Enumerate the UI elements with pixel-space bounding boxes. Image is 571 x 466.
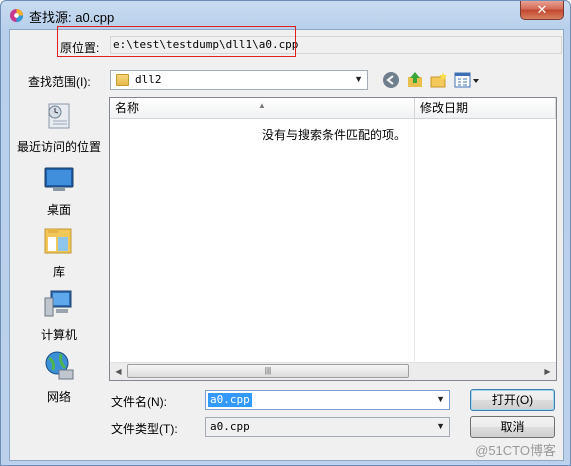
sidebar-label-network: 网络 <box>46 390 71 404</box>
file-name-value: a0.cpp <box>208 393 252 407</box>
sidebar-label-desktop: 桌面 <box>46 203 71 217</box>
column-name-label: 名称 <box>115 101 140 115</box>
look-in-dropdown[interactable]: dll2 ▼ <box>110 70 368 90</box>
cancel-button[interactable]: 取消 <box>470 416 555 438</box>
chevron-down-icon: ▼ <box>354 74 363 84</box>
column-divider <box>414 119 415 361</box>
annotation-highlight <box>57 26 296 57</box>
title-bar: 查找源: a0.cpp ✕ <box>1 1 570 29</box>
sidebar-item-computer[interactable]: 计算机 <box>12 288 106 343</box>
close-button[interactable]: ✕ <box>520 1 564 20</box>
column-date-label: 修改日期 <box>420 101 469 115</box>
sidebar-label-libraries: 库 <box>52 265 65 279</box>
chevron-down-icon[interactable]: ▼ <box>436 394 445 404</box>
sidebar-item-network[interactable]: 网络 <box>12 350 106 405</box>
desktop-icon <box>44 167 74 191</box>
look-in-label: 查找范围(I): <box>28 75 91 89</box>
file-list[interactable]: 名称 ▲ 修改日期 没有与搜索条件匹配的项。 ◀ ||| ▶ <box>109 97 557 381</box>
sidebar-item-libraries[interactable]: 库 <box>12 225 106 280</box>
up-folder-icon[interactable] <box>406 71 424 89</box>
sidebar-label-computer: 计算机 <box>40 328 77 342</box>
look-in-value: dll2 <box>135 73 162 86</box>
column-header-name[interactable]: 名称 ▲ <box>110 98 415 119</box>
new-folder-icon[interactable] <box>430 71 448 89</box>
sort-ascending-icon: ▲ <box>258 101 266 110</box>
chevron-down-icon: ▼ <box>436 421 445 431</box>
file-type-value: a0.cpp <box>210 420 250 433</box>
watermark: @51CTO博客 <box>475 443 556 458</box>
scroll-right-icon[interactable]: ▶ <box>539 363 556 380</box>
file-name-label: 文件名(N): <box>111 395 167 409</box>
sidebar-item-desktop[interactable]: 桌面 <box>12 163 106 218</box>
column-header-date[interactable]: 修改日期 <box>415 98 556 119</box>
file-type-select[interactable]: a0.cpp ▼ <box>205 417 450 437</box>
empty-list-message: 没有与搜索条件匹配的项。 <box>261 128 406 142</box>
back-icon[interactable] <box>382 71 400 89</box>
computer-icon <box>44 290 72 317</box>
file-name-input[interactable]: a0.cpp ▼ <box>205 390 450 410</box>
sidebar-label-recent-places: 最近访问的位置 <box>16 140 101 154</box>
scroll-thumb[interactable]: ||| <box>127 364 409 378</box>
network-icon <box>45 351 74 380</box>
open-button[interactable]: 打开(O) <box>470 389 555 411</box>
window-title: 查找源: a0.cpp <box>29 10 115 25</box>
folder-icon <box>116 74 129 86</box>
dialog-body: 原位置: e:\test\testdump\dll1\a0.cpp 查找范围(I… <box>9 26 564 461</box>
recent-places-icon <box>48 103 70 129</box>
sidebar-item-recent-places[interactable]: 最近访问的位置 <box>12 100 106 155</box>
file-type-label: 文件类型(T): <box>111 422 178 436</box>
horizontal-scrollbar[interactable]: ◀ ||| ▶ <box>110 362 556 380</box>
scroll-left-icon[interactable]: ◀ <box>110 363 127 380</box>
view-menu-icon[interactable] <box>454 71 480 89</box>
app-icon <box>9 8 24 23</box>
find-source-dialog: 查找源: a0.cpp ✕ 原位置: e:\test\testdump\dll1… <box>0 0 571 466</box>
libraries-icon <box>44 228 72 254</box>
